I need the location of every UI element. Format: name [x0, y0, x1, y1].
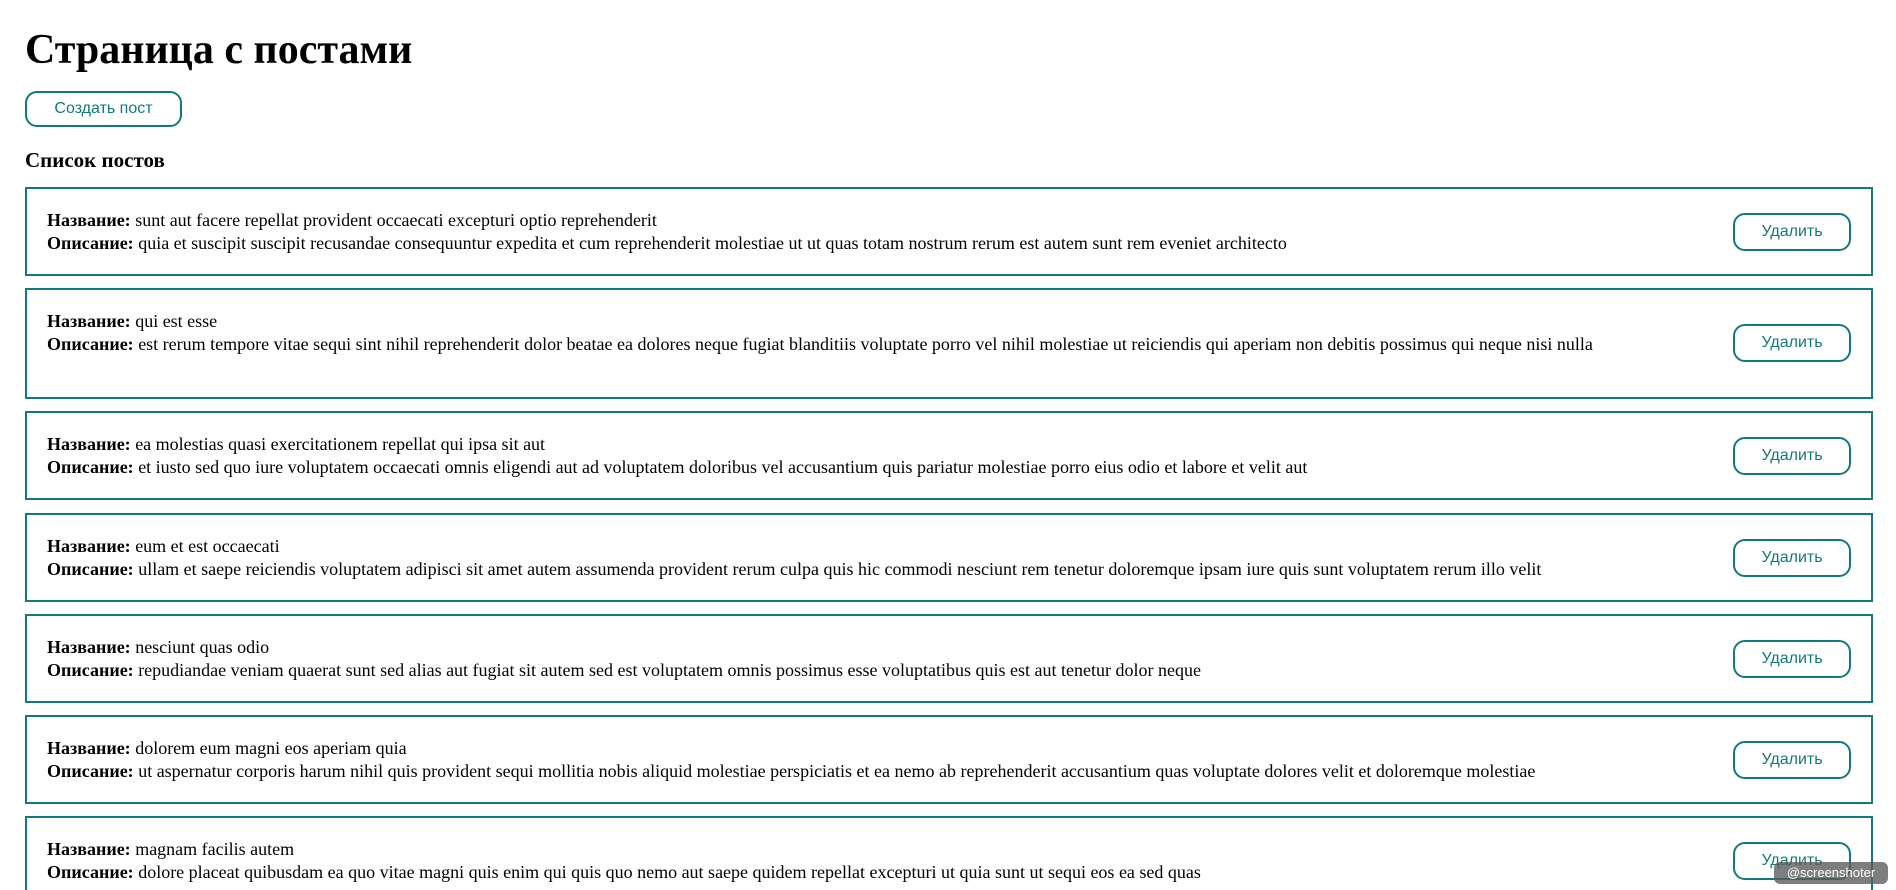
post-title-line: Название: ea molestias quasi exercitatio…	[47, 433, 1741, 456]
post-content: Название: eum et est occaecati Описание:…	[47, 535, 1741, 581]
post-title-line: Название: qui est esse	[47, 310, 1741, 333]
post-description-line: Описание: et iusto sed quo iure voluptat…	[47, 456, 1741, 479]
post-card: Название: eum et est occaecati Описание:…	[25, 513, 1873, 602]
post-description: et iusto sed quo iure voluptatem occaeca…	[138, 457, 1308, 477]
post-title: eum et est occaecati	[135, 536, 280, 556]
post-card: Название: sunt aut facere repellat provi…	[25, 187, 1873, 276]
post-title: magnam facilis autem	[135, 839, 295, 859]
post-description-line: Описание: dolore placeat quibusdam ea qu…	[47, 861, 1741, 884]
post-title-label: Название:	[47, 434, 131, 454]
post-description: repudiandae veniam quaerat sunt sed alia…	[138, 660, 1201, 680]
post-title-label: Название:	[47, 311, 131, 331]
delete-post-button[interactable]: Удалить	[1733, 640, 1851, 678]
post-description-label: Описание:	[47, 559, 134, 579]
post-description-line: Описание: quia et suscipit suscipit recu…	[47, 232, 1741, 255]
post-content: Название: qui est esse Описание: est rer…	[47, 310, 1741, 356]
post-title-label: Название:	[47, 210, 131, 230]
post-description-line: Описание: repudiandae veniam quaerat sun…	[47, 659, 1741, 682]
delete-post-button[interactable]: Удалить	[1733, 213, 1851, 251]
post-title: sunt aut facere repellat provident occae…	[135, 210, 657, 230]
post-title-label: Название:	[47, 839, 131, 859]
delete-post-button[interactable]: Удалить	[1733, 437, 1851, 475]
create-post-button[interactable]: Создать пост	[25, 91, 182, 127]
delete-post-button[interactable]: Удалить	[1733, 741, 1851, 779]
post-content: Название: ea molestias quasi exercitatio…	[47, 433, 1741, 479]
post-card: Название: dolorem eum magni eos aperiam …	[25, 715, 1873, 804]
post-content: Название: nesciunt quas odio Описание: r…	[47, 636, 1741, 682]
post-content: Название: dolorem eum magni eos aperiam …	[47, 737, 1741, 783]
post-title-label: Название:	[47, 738, 131, 758]
post-description-label: Описание:	[47, 233, 134, 253]
post-title-line: Название: dolorem eum magni eos aperiam …	[47, 737, 1741, 760]
post-description: dolore placeat quibusdam ea quo vitae ma…	[138, 862, 1201, 882]
post-title: nesciunt quas odio	[135, 637, 270, 657]
post-card: Название: ea molestias quasi exercitatio…	[25, 411, 1873, 500]
post-card: Название: magnam facilis autem Описание:…	[25, 816, 1873, 890]
post-description-label: Описание:	[47, 457, 134, 477]
post-description-label: Описание:	[47, 862, 134, 882]
post-description-line: Описание: est rerum tempore vitae sequi …	[47, 333, 1741, 356]
post-card: Название: nesciunt quas odio Описание: r…	[25, 614, 1873, 703]
delete-post-button[interactable]: Удалить	[1733, 539, 1851, 577]
post-description-label: Описание:	[47, 334, 134, 354]
delete-post-button[interactable]: Удалить	[1733, 324, 1851, 362]
post-description-line: Описание: ullam et saepe reiciendis volu…	[47, 558, 1741, 581]
post-title-line: Название: eum et est occaecati	[47, 535, 1741, 558]
post-title: dolorem eum magni eos aperiam quia	[135, 738, 407, 758]
post-description-label: Описание:	[47, 761, 134, 781]
post-description: ullam et saepe reiciendis voluptatem adi…	[138, 559, 1542, 579]
post-content: Название: sunt aut facere repellat provi…	[47, 209, 1741, 255]
post-card: Название: qui est esse Описание: est rer…	[25, 288, 1873, 399]
post-title-line: Название: sunt aut facere repellat provi…	[47, 209, 1741, 232]
post-title: ea molestias quasi exercitationem repell…	[135, 434, 546, 454]
screenshoter-watermark: @screenshoter	[1774, 862, 1888, 884]
post-title-label: Название:	[47, 536, 131, 556]
post-title-label: Название:	[47, 637, 131, 657]
page-title: Страница с постами	[25, 27, 413, 73]
post-title-line: Название: magnam facilis autem	[47, 838, 1741, 861]
post-description-line: Описание: ut aspernatur corporis harum n…	[47, 760, 1741, 783]
post-title: qui est esse	[135, 311, 218, 331]
post-description: est rerum tempore vitae sequi sint nihil…	[138, 334, 1593, 354]
posts-list-title: Список постов	[25, 148, 165, 172]
post-description-label: Описание:	[47, 660, 134, 680]
post-title-line: Название: nesciunt quas odio	[47, 636, 1741, 659]
post-content: Название: magnam facilis autem Описание:…	[47, 838, 1741, 884]
post-description: quia et suscipit suscipit recusandae con…	[138, 233, 1287, 253]
post-description: ut aspernatur corporis harum nihil quis …	[138, 761, 1536, 781]
